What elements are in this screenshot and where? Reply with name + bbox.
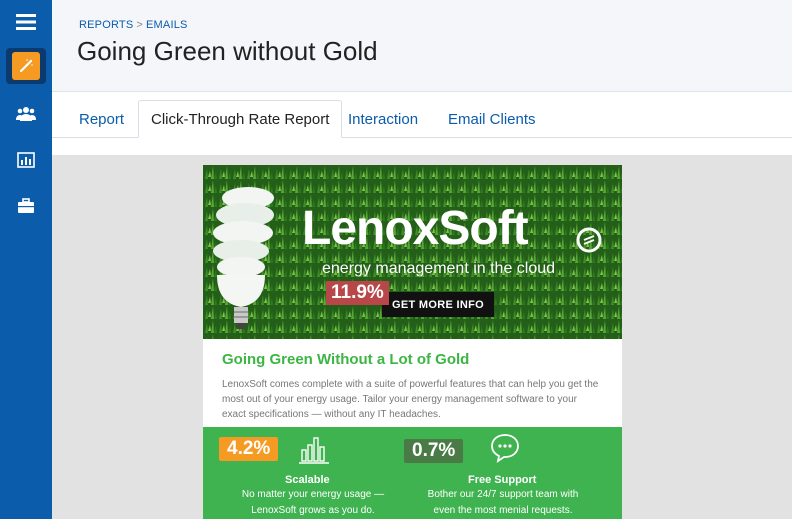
feature-support-text-line2: even the most menial requests. — [433, 505, 573, 516]
bar-chart-icon — [299, 437, 329, 464]
feature-scalable-text-line2: LenoxSoft grows as you do. — [251, 505, 375, 516]
feature-support-title[interactable]: Free Support — [468, 474, 536, 486]
feature-scalable-text-line1: No matter your energy usage — — [241, 489, 385, 500]
tab-interaction[interactable]: Interaction — [336, 100, 430, 138]
bar-chart-icon — [17, 152, 35, 168]
menu-icon — [16, 14, 36, 30]
nav-people[interactable] — [6, 96, 46, 132]
feature-support-text-line1: Bother our 24/7 support team with — [427, 489, 579, 500]
tab-report[interactable]: Report — [67, 100, 136, 138]
feature-support-rate-badge: 0.7% — [404, 439, 464, 463]
briefcase-icon — [18, 198, 34, 213]
people-icon — [16, 107, 36, 121]
page-title: Going Green without Gold — [77, 36, 378, 66]
nav-admin[interactable] — [6, 188, 46, 224]
email-hero: LenoxSoft energy management in the cloud… — [203, 165, 622, 339]
get-more-info-button[interactable]: GET MORE INFO — [382, 292, 494, 317]
magic-wand-icon — [12, 52, 40, 80]
email-heading[interactable]: Going Green Without a Lot of Gold — [222, 351, 603, 368]
email-intro: Going Green Without a Lot of Gold LenoxS… — [203, 339, 622, 427]
breadcrumb-separator: > — [136, 19, 144, 31]
email-preview-area: LenoxSoft energy management in the cloud… — [52, 155, 792, 519]
tab-email-clients[interactable]: Email Clients — [436, 100, 548, 138]
feature-scalable-rate-badge: 4.2% — [219, 437, 279, 461]
tagline: energy management in the cloud — [322, 260, 556, 277]
feature-scalable-text: No matter your energy usage — LenoxSoft … — [223, 487, 403, 519]
page-header: REPORTS > EMAILS Going Green without Gold — [52, 0, 792, 92]
brand-logo: LenoxSoft — [302, 202, 529, 255]
tab-click-through-rate-report[interactable]: Click-Through Rate Report — [138, 100, 343, 138]
sidebar — [0, 0, 52, 519]
menu-button[interactable] — [6, 4, 46, 40]
cta-click-rate-badge: 11.9% — [326, 281, 389, 305]
email-body-text: LenoxSoft comes complete with a suite of… — [222, 379, 599, 420]
email-features: 4.2% Scalable No matter your energy usag… — [203, 427, 622, 519]
chat-bubble-icon — [491, 434, 519, 463]
feature-scalable-title[interactable]: Scalable — [285, 474, 330, 486]
feature-support-text: Bother our 24/7 support team with even t… — [413, 487, 593, 519]
nav-marketing[interactable] — [6, 48, 46, 84]
email-preview: LenoxSoft energy management in the cloud… — [203, 165, 622, 519]
breadcrumb-emails[interactable]: EMAILS — [146, 19, 188, 31]
breadcrumb-reports[interactable]: REPORTS — [79, 19, 133, 31]
breadcrumb: REPORTS > EMAILS — [79, 19, 188, 31]
nav-reports[interactable] — [6, 142, 46, 178]
tab-bar: Report Click-Through Rate Report Interac… — [52, 92, 792, 155]
